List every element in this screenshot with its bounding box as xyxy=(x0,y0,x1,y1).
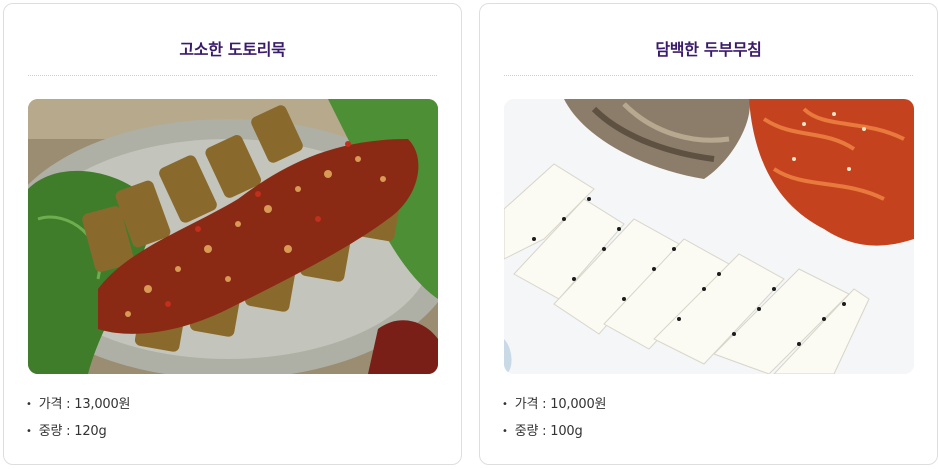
acorn-jelly-photo xyxy=(28,99,438,374)
product-card-tofu[interactable]: 담백한 두부무침 • 가격: 10,000원 • 중량: 100g xyxy=(479,3,938,465)
bullet: • xyxy=(502,426,508,437)
bullet: • xyxy=(26,426,32,437)
price-line: • 가격 : 10,000원 xyxy=(502,393,607,412)
weight-text: 중량 : 100g xyxy=(514,424,583,439)
product-title[interactable]: 고소한 도토리묵 xyxy=(4,36,461,60)
price-line: • 가격 : 13,000원 xyxy=(26,393,131,412)
weight-text: 중량 : 120g xyxy=(38,424,107,439)
price-text: 가격 : 10,000원 xyxy=(514,397,607,412)
bullet: • xyxy=(502,399,508,410)
product-image[interactable] xyxy=(504,99,914,374)
weight-line: • 중량 : 120g xyxy=(26,420,107,439)
product-image[interactable] xyxy=(28,99,438,374)
weight-line: • 중량 : 100g xyxy=(502,420,583,439)
bullet: • xyxy=(26,399,32,410)
product-card-acorn-jelly[interactable]: 고소한 도토리묵 • 가격: 13,000원 • 중량: 120g xyxy=(3,3,462,465)
product-title[interactable]: 담백한 두부무침 xyxy=(480,36,937,60)
title-divider xyxy=(504,75,913,76)
tofu-photo xyxy=(504,99,914,374)
price-text: 가격 : 13,000원 xyxy=(38,397,131,412)
title-divider xyxy=(28,75,437,76)
